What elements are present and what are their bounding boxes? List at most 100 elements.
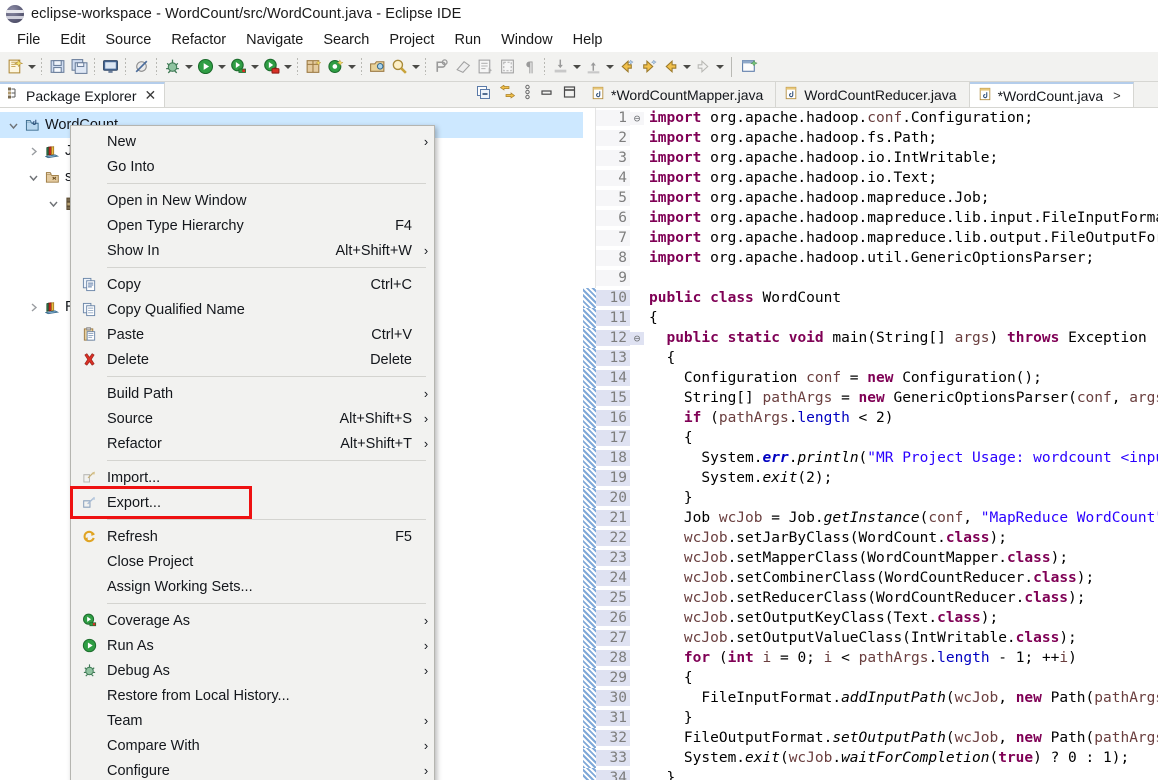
new-java-package-icon[interactable] xyxy=(302,56,324,78)
collapse-all-icon[interactable] xyxy=(476,85,491,105)
chevron-down-icon[interactable] xyxy=(44,198,62,209)
editor-tab-wordcountmapperjava[interactable]: *WordCountMapper.java xyxy=(583,82,777,107)
toolbar-dropdown-arrow-icon[interactable] xyxy=(183,56,194,78)
annotation-gutter-cell[interactable] xyxy=(583,528,596,548)
menu-help[interactable]: Help xyxy=(563,30,613,50)
tab-overflow-chevron-icon[interactable]: > xyxy=(1113,88,1121,103)
context-menu-item-refresh[interactable]: Refresh F5 xyxy=(71,524,434,549)
editor-tab-wordcountjava[interactable]: *WordCount.java > xyxy=(969,82,1134,107)
debug-icon[interactable] xyxy=(161,56,183,78)
annotation-gutter-cell[interactable] xyxy=(583,128,596,148)
chevron-down-icon[interactable] xyxy=(24,172,42,183)
coverage-icon[interactable] xyxy=(227,56,249,78)
toolbar-dropdown-arrow-icon[interactable] xyxy=(571,56,582,78)
annotation-gutter-cell[interactable] xyxy=(583,708,596,728)
annotation-gutter-cell[interactable] xyxy=(583,148,596,168)
annotation-gutter-cell[interactable] xyxy=(583,388,596,408)
context-menu-item-source[interactable]: Source Alt+Shift+S › xyxy=(71,406,434,431)
save-icon[interactable] xyxy=(46,56,68,78)
context-menu-item-open-in-new-window[interactable]: Open in New Window xyxy=(71,188,434,213)
context-menu-item-go-into[interactable]: Go Into xyxy=(71,154,434,179)
forward-icon[interactable] xyxy=(692,56,714,78)
context-menu-item-coverage-as[interactable]: Coverage As › xyxy=(71,608,434,633)
next-edit-icon[interactable] xyxy=(637,56,659,78)
annotation-gutter-cell[interactable] xyxy=(583,748,596,768)
external-tools-icon[interactable] xyxy=(260,56,282,78)
annotation-gutter-cell[interactable] xyxy=(583,408,596,428)
open-type-icon[interactable] xyxy=(366,56,388,78)
annotation-gutter-cell[interactable] xyxy=(583,428,596,448)
chevron-down-icon[interactable] xyxy=(4,120,22,131)
project-context-menu[interactable]: New › Go Into Open in New Window Open Type H… xyxy=(70,125,435,780)
context-menu-item-open-type-hierarchy[interactable]: Open Type Hierarchy F4 xyxy=(71,213,434,238)
annotation-gutter-cell[interactable] xyxy=(583,168,596,188)
menu-run[interactable]: Run xyxy=(444,30,491,50)
annotation-gutter-cell[interactable] xyxy=(583,688,596,708)
open-perspective-icon[interactable] xyxy=(738,56,760,78)
annotation-gutter-cell[interactable] xyxy=(583,268,596,288)
annotation-gutter-cell[interactable] xyxy=(583,648,596,668)
menu-edit[interactable]: Edit xyxy=(50,30,95,50)
close-icon[interactable]: ✕ xyxy=(145,87,157,104)
context-menu-item-compare-with[interactable]: Compare With › xyxy=(71,733,434,758)
annotation-gutter-cell[interactable] xyxy=(583,508,596,528)
view-menu-icon[interactable] xyxy=(524,84,531,105)
editor-tab-wordcountreducerjava[interactable]: WordCountReducer.java xyxy=(776,82,970,107)
eraser-icon[interactable] xyxy=(452,56,474,78)
context-menu-item-copy-qualified-name[interactable]: Copy Qualified Name xyxy=(71,297,434,322)
context-menu-item-run-as[interactable]: Run As › xyxy=(71,633,434,658)
context-menu-item-show-in[interactable]: Show In Alt+Shift+W › xyxy=(71,238,434,263)
toolbar-dropdown-arrow-icon[interactable] xyxy=(216,56,227,78)
minimize-icon[interactable] xyxy=(539,86,554,104)
context-menu-item-refactor[interactable]: Refactor Alt+Shift+T › xyxy=(71,431,434,456)
block-selection-icon[interactable] xyxy=(496,56,518,78)
new-wizard-icon[interactable] xyxy=(4,56,26,78)
annotation-gutter-cell[interactable] xyxy=(583,468,596,488)
context-menu-item-import[interactable]: Import... xyxy=(71,465,434,490)
context-menu-item-paste[interactable]: Paste Ctrl+V xyxy=(71,322,434,347)
toolbar-dropdown-arrow-icon[interactable] xyxy=(346,56,357,78)
save-all-icon[interactable] xyxy=(68,56,90,78)
annotation-gutter-cell[interactable] xyxy=(583,628,596,648)
annotation-gutter-cell[interactable] xyxy=(583,228,596,248)
chevron-right-icon[interactable] xyxy=(24,302,42,313)
toolbar-dropdown-arrow-icon[interactable] xyxy=(26,56,37,78)
annotation-gutter-cell[interactable] xyxy=(583,768,596,780)
new-java-class-icon[interactable] xyxy=(324,56,346,78)
step-into-icon[interactable] xyxy=(549,56,571,78)
annotation-gutter-cell[interactable] xyxy=(583,588,596,608)
annotation-gutter-cell[interactable] xyxy=(583,488,596,508)
fold-collapse-icon[interactable]: ⊖ xyxy=(630,331,644,345)
toolbar-dropdown-arrow-icon[interactable] xyxy=(604,56,615,78)
annotation-gutter-cell[interactable] xyxy=(583,348,596,368)
annotation-gutter-cell[interactable] xyxy=(583,108,596,128)
annotation-gutter-cell[interactable] xyxy=(583,188,596,208)
context-menu-item-build-path[interactable]: Build Path › xyxy=(71,381,434,406)
menu-refactor[interactable]: Refactor xyxy=(161,30,236,50)
toolbar-dropdown-arrow-icon[interactable] xyxy=(714,56,725,78)
tab-package-explorer[interactable]: Package Explorer ✕ xyxy=(0,82,166,107)
annotation-gutter-cell[interactable] xyxy=(583,608,596,628)
annotation-gutter-cell[interactable] xyxy=(583,728,596,748)
menu-navigate[interactable]: Navigate xyxy=(236,30,313,50)
menu-window[interactable]: Window xyxy=(491,30,563,50)
java-source-editor[interactable]: 1 ⊖ import org.apache.hadoop.conf.Configur… xyxy=(583,108,1158,780)
fold-collapse-icon[interactable]: ⊖ xyxy=(630,111,644,125)
context-menu-item-debug-as[interactable]: Debug As › xyxy=(71,658,434,683)
context-menu-item-configure[interactable]: Configure › xyxy=(71,758,434,780)
run-icon[interactable] xyxy=(194,56,216,78)
toolbar-dropdown-arrow-icon[interactable] xyxy=(282,56,293,78)
annotation-gutter-cell[interactable] xyxy=(583,568,596,588)
toggle-mark-occurrences-icon[interactable] xyxy=(430,56,452,78)
link-with-editor-icon[interactable] xyxy=(499,83,516,105)
prev-edit-icon[interactable] xyxy=(615,56,637,78)
chevron-right-icon[interactable] xyxy=(24,146,42,157)
annotation-gutter-cell[interactable] xyxy=(583,448,596,468)
back-icon[interactable] xyxy=(659,56,681,78)
context-menu-item-assign-working-sets[interactable]: Assign Working Sets... xyxy=(71,574,434,599)
context-menu-item-export[interactable]: Export... xyxy=(71,490,434,515)
toolbar-dropdown-arrow-icon[interactable] xyxy=(410,56,421,78)
annotation-gutter-cell[interactable] xyxy=(583,208,596,228)
annotation-gutter-cell[interactable] xyxy=(583,288,596,308)
toolbar-dropdown-arrow-icon[interactable] xyxy=(249,56,260,78)
